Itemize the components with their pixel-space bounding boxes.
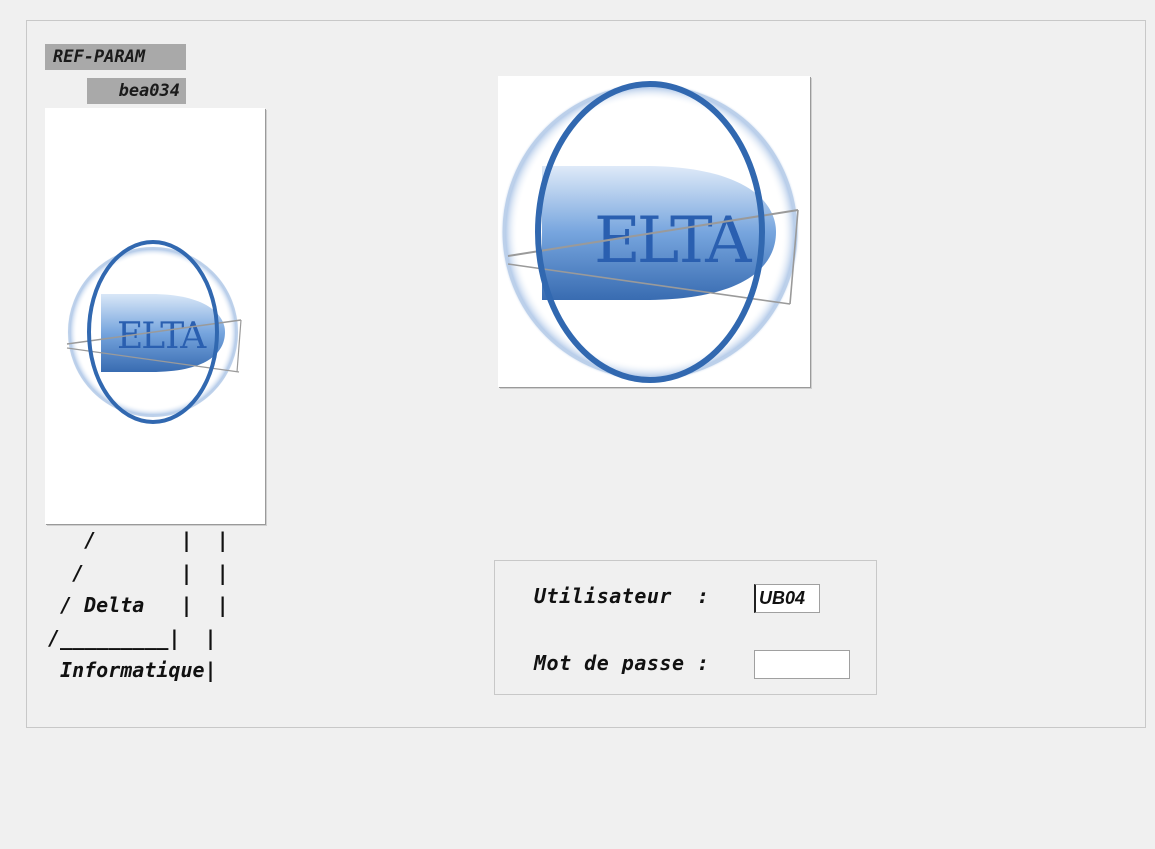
logo-text: ELTA: [117, 316, 207, 357]
delta-logo-icon: ELTA: [66, 240, 242, 424]
ascii-line: / | |: [48, 528, 229, 552]
password-label: Mot de passe :: [534, 651, 710, 675]
username-field[interactable]: [754, 584, 820, 613]
ascii-line: / Delta | |: [48, 593, 229, 617]
large-logo-panel: ELTA: [498, 76, 810, 387]
ascii-line: Informatique|: [48, 658, 217, 682]
ascii-line: / | |: [48, 560, 229, 585]
password-field[interactable]: [754, 650, 850, 679]
delta-logo-icon: ELTA: [500, 81, 800, 383]
logo-text: ELTA: [594, 204, 752, 278]
small-logo-panel: ELTA: [45, 108, 265, 524]
ascii-line: /_________| |: [48, 625, 217, 650]
username-label: Utilisateur :: [534, 584, 710, 608]
ref-param-label: REF-PARAM: [45, 44, 186, 70]
screen-code-label: bea034: [87, 78, 186, 104]
ascii-art-logo: / | | / | | / Delta | | /_________| | In…: [48, 524, 229, 687]
